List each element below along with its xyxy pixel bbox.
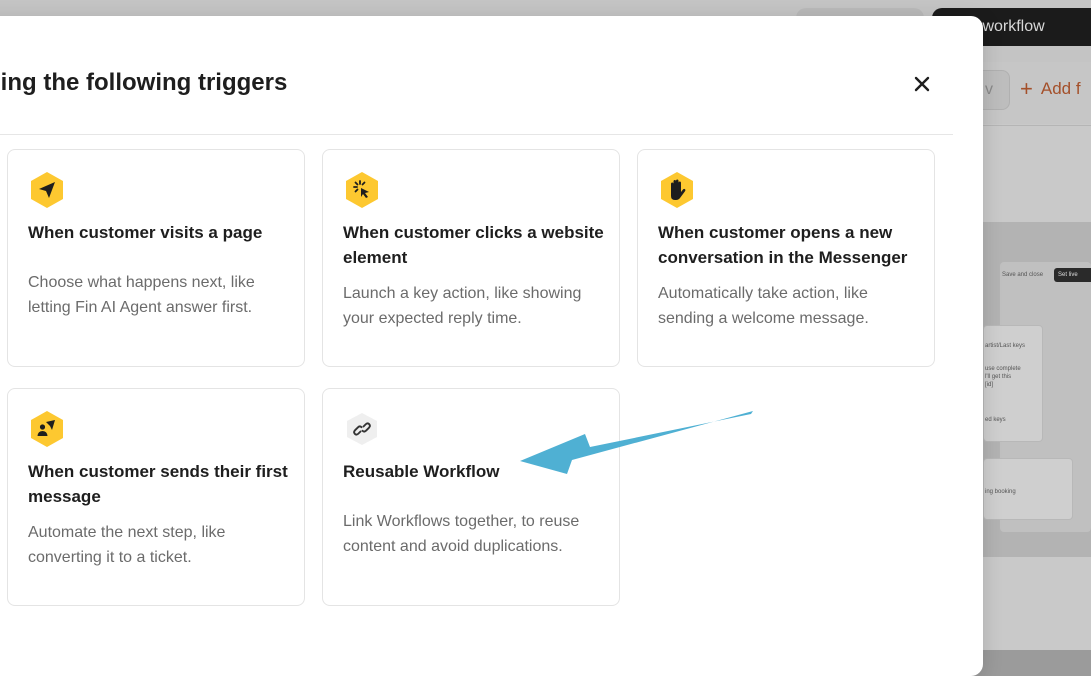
- trigger-card-title: When customer sends their first message: [28, 462, 288, 506]
- preview-node-text: l'll get this: [985, 374, 1012, 380]
- trigger-card-description: Automatically take action, like sending …: [658, 285, 869, 327]
- trigger-card-visits-page[interactable]: When customer visits a page Choose what …: [7, 149, 305, 367]
- preview-node-text: [id]: [985, 382, 994, 388]
- trigger-card-description: Launch a key action, like showing your e…: [343, 285, 582, 327]
- trigger-card-opens-conversation[interactable]: When customer opens a new conversation i…: [637, 149, 935, 367]
- close-icon: [914, 76, 930, 92]
- trigger-card-description: Link Workflows together, to reuse conten…: [343, 513, 580, 555]
- toolbar-divider: [980, 125, 1091, 126]
- trigger-card-description: Automate the next step, like converting …: [28, 524, 226, 566]
- modal-header: Using the following triggers: [0, 16, 570, 116]
- paper-plane-icon: [28, 171, 66, 209]
- preview-node-text: use complete: [985, 366, 1021, 372]
- cursor-click-icon: [343, 171, 381, 209]
- trigger-card-first-message[interactable]: When customer sends their first message …: [7, 388, 305, 606]
- trigger-card-description: Choose what happens next, like letting F…: [28, 274, 255, 316]
- trigger-card-title: When customer clicks a website element: [343, 223, 604, 267]
- link-icon: [343, 410, 381, 448]
- set-live-button: Set live: [1054, 268, 1091, 282]
- preview-node-text: ed keys: [985, 417, 1006, 423]
- add-filter-button[interactable]: + Add f: [1020, 76, 1081, 102]
- close-button[interactable]: [906, 68, 938, 100]
- person-message-icon: [28, 410, 66, 448]
- modal-title: Using the following triggers: [0, 69, 288, 96]
- trigger-card-clicks-element[interactable]: When customer clicks a website element L…: [322, 149, 620, 367]
- trigger-card-reusable-workflow[interactable]: Reusable Workflow Link Workflows togethe…: [322, 388, 620, 606]
- waving-hand-icon: [658, 171, 696, 209]
- trigger-card-title: When customer opens a new conversation i…: [658, 223, 908, 267]
- add-filter-label: Add f: [1040, 79, 1081, 98]
- trigger-card-title: Reusable Workflow: [343, 462, 500, 481]
- preview-node-text: ing booking: [985, 489, 1016, 495]
- trigger-card-title: When customer visits a page: [28, 223, 263, 242]
- save-and-close-label: Save and close: [1002, 272, 1044, 278]
- modal-header-divider: [0, 134, 953, 135]
- preview-node-text: artist/Last keys: [985, 343, 1026, 349]
- plus-icon: +: [1020, 76, 1033, 101]
